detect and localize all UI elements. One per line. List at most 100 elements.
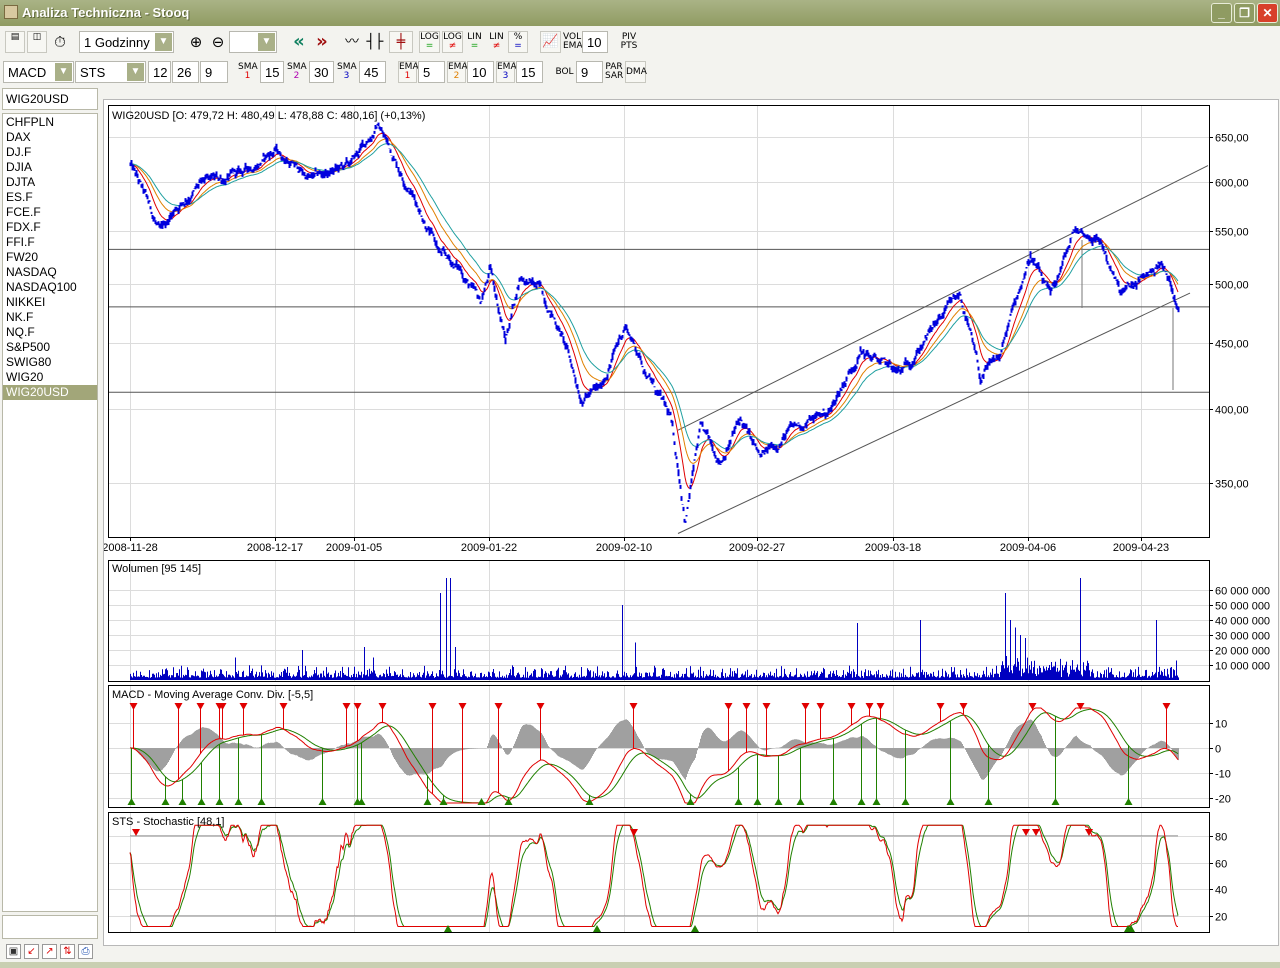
close-button[interactable]: ✕ — [1257, 3, 1278, 23]
log-scale-equal-button[interactable]: LOG = — [419, 31, 440, 53]
ema3-input[interactable]: 15 — [516, 61, 543, 83]
symbol-search-input[interactable]: WIG20USD — [2, 88, 98, 110]
symbol-list-item[interactable]: FDX.F — [3, 220, 97, 235]
vol-ema-button[interactable]: VOL EMA — [562, 31, 583, 53]
ema1-input[interactable]: 5 — [418, 61, 445, 83]
symbol-list-item[interactable]: WIG20USD — [3, 385, 97, 400]
macd-fast-input[interactable]: 12 — [148, 61, 171, 83]
macd-tick-label: -20 — [1215, 794, 1231, 806]
window-title: Analiza Techniczna - Stooq — [22, 5, 190, 20]
chart-area[interactable]: 350,00 400,00 450,00 500,00 550,00 600,00 650,… — [104, 100, 1278, 945]
vol-ema-input[interactable]: 10 — [582, 31, 608, 53]
sma2-input[interactable]: 30 — [309, 61, 334, 83]
symbol-list-item[interactable]: NIKKEI — [3, 295, 97, 310]
new-window-icon[interactable]: ◫ — [27, 31, 47, 53]
volume-tick-label: 60 000 000 — [1215, 586, 1270, 598]
zoom-select[interactable]: ▼ — [229, 31, 277, 53]
pivot-points-button[interactable]: PIV PTS — [619, 31, 639, 53]
expand-icon[interactable]: ⇅ — [60, 944, 75, 959]
symbol-list-item[interactable]: DJ.F — [3, 145, 97, 160]
ohlc-chart-icon[interactable]: ┤├ — [365, 31, 385, 53]
stopwatch-icon[interactable]: ⏱ — [50, 31, 70, 53]
chevron-down-icon: ▼ — [155, 33, 172, 51]
symbol-list-item[interactable]: CHFPLN — [3, 115, 97, 130]
indicator2-select[interactable]: STS ▼ — [75, 61, 146, 83]
symbol-list-item[interactable]: DJIA — [3, 160, 97, 175]
import-icon[interactable]: ↙ — [24, 944, 39, 959]
sma1-input[interactable]: 15 — [260, 61, 284, 83]
macd-panel-title: MACD - Moving Average Conv. Div. [-5,5] — [112, 689, 313, 701]
scroll-back-button[interactable]: « — [289, 31, 309, 53]
ema2-input[interactable]: 10 — [467, 61, 494, 83]
sma2-button[interactable]: SMA 2 — [286, 61, 307, 83]
symbol-list-item[interactable]: NQ.F — [3, 325, 97, 340]
sts-panel-bg — [108, 812, 1209, 932]
candlestick-chart-icon[interactable]: ╪ — [389, 31, 413, 53]
symbol-list-item[interactable]: NK.F — [3, 310, 97, 325]
sma1-button[interactable]: SMA 1 — [237, 61, 258, 83]
symbol-list-item[interactable]: ES.F — [3, 190, 97, 205]
zoom-in-icon[interactable]: ⊕ — [186, 31, 206, 53]
volume-chart-icon[interactable]: 📈 — [540, 31, 561, 53]
symbol-list-item[interactable]: FFI.F — [3, 235, 97, 250]
price-tick-label: 400,00 — [1215, 405, 1249, 417]
sma3-button[interactable]: SMA 3 — [336, 61, 357, 83]
dma-button[interactable]: DMA — [625, 61, 647, 83]
chevron-down-icon: ▼ — [258, 33, 275, 51]
sts-tick-label: 60 — [1215, 859, 1227, 871]
bollinger-button[interactable]: BOL — [554, 61, 575, 83]
parabolic-sar-button[interactable]: PAR SAR — [604, 61, 624, 83]
print-icon[interactable]: ⎙ — [78, 944, 93, 959]
label: 3 — [502, 71, 509, 81]
indicator2-value: STS — [80, 65, 106, 80]
ema3-button[interactable]: EMA 3 — [496, 61, 517, 83]
zoom-out-icon[interactable]: ⊖ — [208, 31, 228, 53]
sma3-input[interactable]: 45 — [359, 61, 386, 83]
symbol-list-item[interactable]: SWIG80 — [3, 355, 97, 370]
symbol-list-item[interactable]: FW20 — [3, 250, 97, 265]
label: EMA — [563, 41, 583, 51]
price-tick-label: 600,00 — [1215, 178, 1249, 190]
percent-scale-button[interactable]: % = — [508, 31, 528, 53]
symbol-list-item[interactable]: WIG20 — [3, 370, 97, 385]
volume-tick-label: 40 000 000 — [1215, 616, 1270, 628]
label: 2 — [293, 71, 300, 81]
sts-panel-title: STS - Stochastic [48,1] — [112, 816, 225, 828]
macd-slow-input[interactable]: 26 — [172, 61, 199, 83]
symbol-list-item[interactable]: FCE.F — [3, 205, 97, 220]
export-icon[interactable]: ↗ — [42, 944, 57, 959]
x-tick-label: 2009-04-23 — [1113, 542, 1169, 554]
lin-scale-unequal-button[interactable]: LIN ≠ — [486, 31, 507, 53]
restore-button[interactable]: ❐ — [1234, 3, 1255, 23]
title-bar: Analiza Techniczna - Stooq _ ❐ ✕ — [0, 0, 1280, 26]
label: ≠ — [492, 41, 501, 51]
volume-panel-title: Wolumen [95 145] — [112, 563, 201, 575]
minimize-button[interactable]: _ — [1211, 3, 1232, 23]
ema2-button[interactable]: EMA 2 — [447, 61, 468, 83]
symbol-list-item[interactable]: NASDAQ — [3, 265, 97, 280]
price-tick-label: 650,00 — [1215, 133, 1249, 145]
scroll-forward-button[interactable]: » — [312, 31, 332, 53]
symbol-list-item[interactable]: S&P500 — [3, 340, 97, 355]
label: 2 — [453, 71, 460, 81]
chart-properties-icon[interactable]: ▤ — [5, 31, 25, 53]
macd-signal-input[interactable]: 9 — [200, 61, 228, 83]
x-tick-label: 2009-02-27 — [729, 542, 785, 554]
interval-select[interactable]: 1 Godzinny ▼ — [79, 31, 174, 53]
line-chart-icon[interactable]: 〰 — [342, 31, 362, 53]
indicator1-select[interactable]: MACD ▼ — [3, 61, 74, 83]
label: 3 — [343, 71, 350, 81]
symbol-list-item[interactable]: DAX — [3, 130, 97, 145]
symbol-list-item[interactable]: DJTA — [3, 175, 97, 190]
indicator1-value: MACD — [8, 65, 47, 80]
log-scale-unequal-button[interactable]: LOG ≠ — [442, 31, 463, 53]
bollinger-input[interactable]: 9 — [576, 61, 603, 83]
macd-tick-label: -10 — [1215, 769, 1231, 781]
sts-tick-label: 40 — [1215, 885, 1227, 897]
symbol-list-item[interactable]: NASDAQ100 — [3, 280, 97, 295]
lin-scale-equal-button[interactable]: LIN = — [464, 31, 485, 53]
macd-tick-label: 0 — [1215, 744, 1221, 756]
x-tick-label: 2009-01-22 — [461, 542, 517, 554]
ema1-button[interactable]: EMA 1 — [398, 61, 419, 83]
save-icon[interactable]: ▣ — [6, 944, 21, 959]
